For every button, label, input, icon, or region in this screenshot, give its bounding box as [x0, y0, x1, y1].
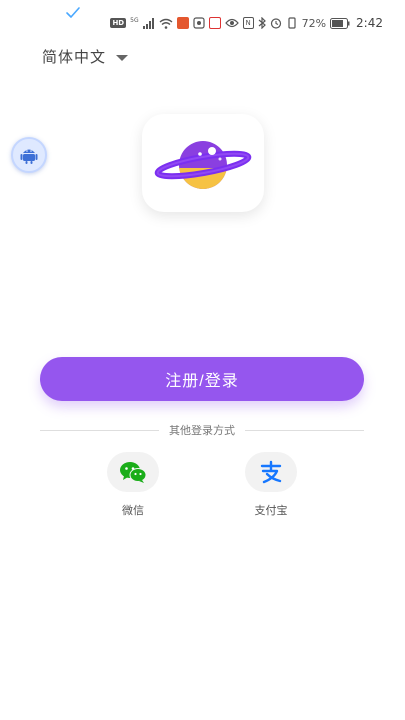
other-login-label: 其他登录方式 — [169, 424, 235, 437]
check-icon — [66, 7, 80, 18]
register-login-button[interactable]: 注册/登录 — [40, 357, 364, 401]
alipay-login[interactable]: 支付宝 — [241, 452, 301, 518]
chevron-down-icon — [116, 54, 129, 61]
eye-icon — [224, 18, 239, 28]
hd-badge: HD — [110, 18, 127, 28]
wechat-login[interactable]: 微信 — [103, 452, 163, 518]
status-icons: HD 5G N 72% 2:42 — [110, 14, 383, 32]
alipay-label: 支付宝 — [254, 504, 288, 517]
screenshot-icon — [192, 17, 205, 29]
other-login-divider: 其他登录方式 — [40, 422, 364, 438]
nfc-icon: N — [242, 17, 254, 29]
alert-icon — [208, 17, 221, 29]
planet-icon — [154, 141, 252, 189]
app-logo — [142, 114, 264, 212]
network-type: 5G — [130, 16, 139, 24]
wechat-icon — [120, 462, 147, 483]
language-label: 简体中文 — [42, 48, 107, 66]
language-selector[interactable]: 简体中文 — [42, 46, 129, 67]
clock: 2:42 — [356, 16, 383, 30]
battery-percent: 72% — [301, 16, 327, 30]
bluetooth-icon — [258, 17, 266, 29]
alipay-login-button[interactable] — [245, 452, 297, 492]
wifi-icon — [159, 18, 173, 29]
alipay-icon — [260, 460, 282, 484]
app-notification-icon — [176, 17, 189, 29]
divider-line-right — [245, 429, 364, 431]
battery-icon — [330, 17, 350, 29]
android-floating-button[interactable] — [11, 137, 47, 173]
wechat-login-button[interactable] — [107, 452, 159, 492]
divider-line-left — [40, 429, 159, 431]
alarm-icon — [270, 17, 282, 29]
status-bar: HD 5G N 72% 2:42 — [0, 0, 405, 44]
android-icon — [20, 149, 38, 164]
wechat-label: 微信 — [122, 504, 144, 517]
vibrate-icon — [286, 17, 298, 29]
signal-icon — [142, 17, 155, 29]
